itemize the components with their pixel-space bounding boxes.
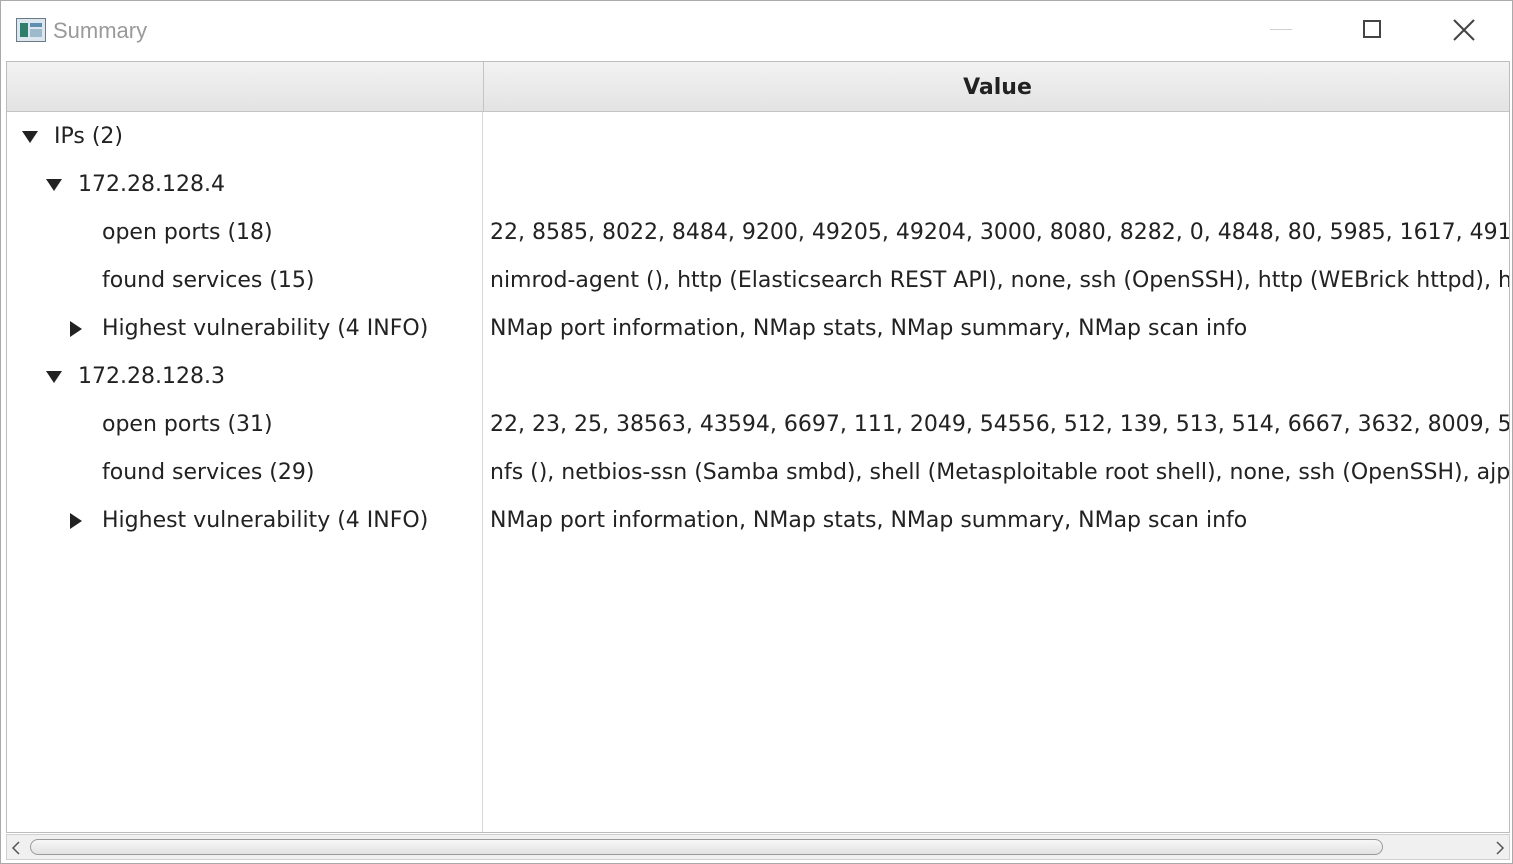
tree-row[interactable]: Highest vulnerability (4 INFO) NMap port …: [7, 305, 1509, 353]
collapsed-arrow-icon[interactable]: [70, 321, 82, 337]
app-icon: [16, 18, 46, 42]
tree-item-label: Highest vulnerability (4 INFO): [102, 508, 429, 533]
tree-row[interactable]: Highest vulnerability (4 INFO) NMap port …: [7, 497, 1509, 545]
tree-row[interactable]: found services (29) nfs (), netbios-ssn (…: [7, 449, 1510, 497]
scrollbar-thumb[interactable]: [30, 839, 1383, 855]
tree-item-value: 22, 8585, 8022, 8484, 9200, 49205, 49204…: [490, 220, 1510, 245]
minimize-button[interactable]: [1234, 1, 1326, 59]
tree-row[interactable]: 172.28.128.4: [7, 161, 1509, 209]
tree-item-label: 172.28.128.3: [78, 364, 225, 389]
tree-row[interactable]: found services (15) nimrod-agent (), http…: [7, 257, 1510, 305]
expanded-arrow-icon[interactable]: [46, 179, 62, 191]
tree-item-value: nfs (), netbios-ssn (Samba smbd), shell …: [490, 460, 1510, 485]
tree-item-label: open ports (18): [102, 220, 273, 245]
tree-item-label: found services (29): [102, 460, 315, 485]
maximize-button[interactable]: [1326, 1, 1418, 59]
tree-item-label: Highest vulnerability (4 INFO): [102, 316, 429, 341]
maximize-icon: [1363, 20, 1381, 38]
close-icon: [1453, 19, 1475, 41]
tree-item-label: found services (15): [102, 268, 315, 293]
table-header: Value: [7, 62, 1509, 112]
title-bar[interactable]: Summary: [1, 1, 1512, 59]
tree-item-label: open ports (31): [102, 412, 273, 437]
tree-item-value: 22, 23, 25, 38563, 43594, 6697, 111, 204…: [490, 412, 1509, 437]
tree-row[interactable]: open ports (18) 22, 8585, 8022, 8484, 920…: [7, 209, 1510, 257]
tree-item-value: NMap port information, NMap stats, NMap …: [490, 316, 1248, 341]
scroll-right-icon[interactable]: [1495, 841, 1505, 855]
summary-tree-table[interactable]: Value IPs (2) 172.28.128.4 open ports (18)…: [6, 61, 1510, 833]
tree-row[interactable]: IPs (2): [7, 113, 1509, 161]
tree-item-label: IPs (2): [54, 124, 123, 149]
column-header-name[interactable]: [7, 62, 484, 111]
tree-item-label: 172.28.128.4: [78, 172, 225, 197]
collapsed-arrow-icon[interactable]: [70, 513, 82, 529]
column-header-value[interactable]: Value: [484, 62, 1509, 111]
tree-row[interactable]: open ports (31) 22, 23, 25, 38563, 43594,…: [7, 401, 1509, 449]
expanded-arrow-icon[interactable]: [46, 371, 62, 383]
tree-item-value: nimrod-agent (), http (Elasticsearch RES…: [490, 268, 1510, 293]
tree-item-value: NMap port information, NMap stats, NMap …: [490, 508, 1248, 533]
close-button[interactable]: [1418, 1, 1510, 59]
summary-window: Summary Value IPs (2) 172.28.128.4 open po…: [0, 0, 1513, 864]
tree-row[interactable]: 172.28.128.3: [7, 353, 1509, 401]
scroll-left-icon[interactable]: [11, 841, 21, 855]
horizontal-scrollbar[interactable]: [6, 834, 1510, 860]
window-title: Summary: [53, 18, 148, 43]
expanded-arrow-icon[interactable]: [22, 131, 38, 143]
minimize-icon: [1270, 29, 1292, 30]
